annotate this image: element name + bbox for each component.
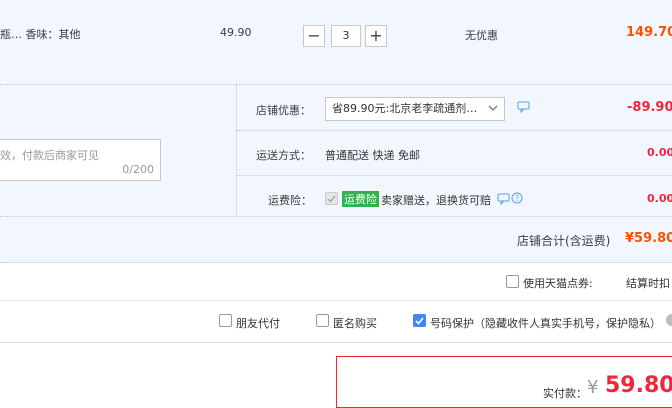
quantity-minus-button[interactable]: − <box>303 25 325 47</box>
coupon-selected-value: 省89.90元:北京老李疏通剂… <box>332 102 478 115</box>
divider <box>236 130 672 131</box>
unit-price: 49.90 <box>220 26 252 39</box>
insurance-checkbox <box>325 192 338 205</box>
points-checkbox[interactable] <box>506 275 519 288</box>
points-label: 使用天猫点券: <box>523 277 593 290</box>
store-total-label: 店铺合计(含运费) <box>517 234 611 248</box>
coupon-label: 店铺优惠： <box>256 104 311 117</box>
insurance-badge: 运费险 <box>342 191 379 207</box>
buyer-message-textarea[interactable]: 效，付款后商家可见 0/200 <box>0 139 161 181</box>
item-subtotal: 149.70 <box>626 25 672 40</box>
chevron-down-icon <box>488 98 498 120</box>
friend-pay-checkbox[interactable] <box>219 314 232 327</box>
item-discount: 无优惠 <box>465 29 498 42</box>
payment-amount: 59.80 <box>605 373 672 398</box>
divider <box>0 84 672 85</box>
store-total-value: ¥59.80 <box>625 231 672 246</box>
svg-text:?: ? <box>515 194 519 203</box>
divider <box>0 262 672 263</box>
divider <box>0 300 672 301</box>
number-protect-label: 号码保护（隐藏收件人真实手机号，保护隐私） <box>430 317 661 330</box>
info-icon[interactable] <box>666 314 672 326</box>
coupon-amount: -89.90 <box>627 100 672 115</box>
payment-label: 实付款： <box>543 387 587 400</box>
coupon-select[interactable]: 省89.90元:北京老李疏通剂… <box>325 97 505 121</box>
divider <box>236 175 672 176</box>
divider <box>0 342 672 343</box>
points-note: 结算时扣 <box>626 277 670 290</box>
item-attributes: 瓶… 香味：其他 <box>0 28 81 41</box>
payment-summary: 实付款： ¥ 59.80 <box>336 356 672 408</box>
divider <box>0 216 672 217</box>
currency-symbol: ¥ <box>587 377 599 398</box>
shipping-amount: 0.00 <box>647 146 672 159</box>
insurance-amount: 0.00 <box>647 192 672 205</box>
quantity-input[interactable]: 3 <box>331 25 361 47</box>
help-icon[interactable]: ? <box>511 192 523 207</box>
shipping-label: 运送方式： <box>256 149 311 162</box>
shipping-value: 普通配送 快递 免邮 <box>325 149 420 162</box>
quantity-plus-button[interactable]: + <box>365 25 387 47</box>
chat-icon[interactable] <box>497 192 510 208</box>
insurance-text: 卖家赠送，退换货可赔 <box>381 194 491 207</box>
anonymous-label: 匿名购买 <box>333 317 377 330</box>
anonymous-checkbox[interactable] <box>316 314 329 327</box>
message-placeholder: 效，付款后商家可见 <box>0 149 99 162</box>
friend-pay-label: 朋友代付 <box>236 317 280 330</box>
message-counter: 0/200 <box>122 163 154 176</box>
number-protect-checkbox[interactable] <box>413 314 426 327</box>
insurance-label: 运费险： <box>268 194 312 207</box>
chat-icon[interactable] <box>517 100 530 116</box>
divider <box>236 84 237 216</box>
